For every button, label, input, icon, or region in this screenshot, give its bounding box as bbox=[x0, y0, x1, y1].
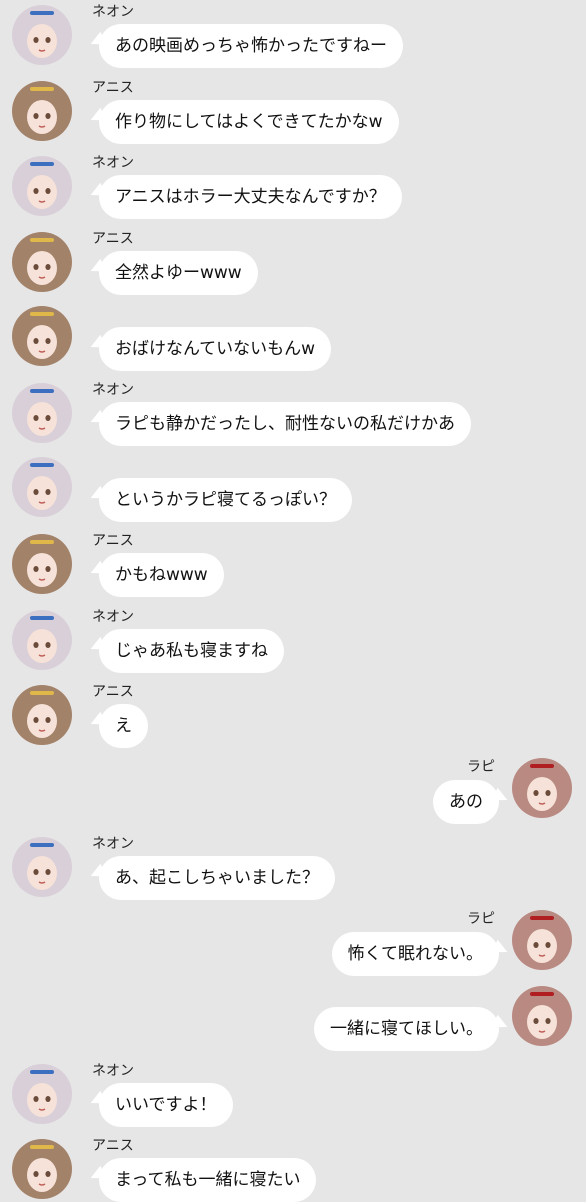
message-bubble[interactable]: あ、起こしちゃいました？ bbox=[99, 856, 335, 900]
message-bubble[interactable]: 怖くて眠れない。 bbox=[331, 932, 499, 976]
neon-avatar-icon[interactable] bbox=[12, 156, 72, 216]
message-bubble[interactable]: じゃあ私も寝ますね bbox=[99, 629, 284, 673]
sender-name: ネオン bbox=[92, 609, 134, 625]
message-bubble[interactable]: あの bbox=[433, 780, 499, 824]
anis-avatar-icon[interactable] bbox=[12, 81, 72, 141]
neon-avatar-icon[interactable] bbox=[12, 5, 72, 65]
neon-avatar-icon[interactable] bbox=[12, 457, 72, 517]
sender-name: アニス bbox=[92, 684, 134, 700]
anis-avatar-icon[interactable] bbox=[12, 685, 72, 745]
neon-avatar-icon[interactable] bbox=[12, 383, 72, 443]
sender-name: ネオン bbox=[92, 382, 134, 398]
message-bubble[interactable]: 一緒に寝てほしい。 bbox=[314, 1007, 499, 1051]
message-bubble[interactable]: あの映画めっちゃ怖かったですねー bbox=[99, 24, 403, 68]
message-bubble[interactable]: かもねwww bbox=[99, 553, 224, 597]
anis-avatar-icon[interactable] bbox=[12, 232, 72, 292]
message-bubble[interactable]: え bbox=[99, 704, 148, 748]
message-bubble[interactable]: 全然よゆーwww bbox=[99, 251, 258, 295]
sender-name: アニス bbox=[92, 231, 134, 247]
sender-name: ネオン bbox=[92, 1063, 134, 1079]
chat-log[interactable]: ネオン あの映画めっちゃ怖かったですねー アニス 作り物にしてはよくできてたかな… bbox=[0, 0, 586, 1202]
sender-name: ラピ bbox=[467, 911, 495, 927]
rapi-avatar-icon[interactable] bbox=[512, 910, 572, 970]
message-bubble[interactable]: おばけなんていないもんw bbox=[99, 327, 332, 371]
message-bubble[interactable]: まって私も一緒に寝たい bbox=[99, 1158, 317, 1202]
message-bubble[interactable]: アニスはホラー大丈夫なんですか？ bbox=[99, 175, 402, 219]
neon-avatar-icon[interactable] bbox=[12, 837, 72, 897]
sender-name: ラピ bbox=[467, 759, 495, 775]
anis-avatar-icon[interactable] bbox=[12, 306, 72, 366]
anis-avatar-icon[interactable] bbox=[12, 1139, 72, 1199]
anis-avatar-icon[interactable] bbox=[12, 534, 72, 594]
message-bubble[interactable]: 作り物にしてはよくできてたかなw bbox=[99, 100, 399, 144]
neon-avatar-icon[interactable] bbox=[12, 1064, 72, 1124]
sender-name: アニス bbox=[92, 80, 134, 96]
message-bubble[interactable]: いいですよ！ bbox=[99, 1083, 233, 1127]
sender-name: アニス bbox=[92, 533, 134, 549]
sender-name: ネオン bbox=[92, 4, 134, 20]
sender-name: ネオン bbox=[92, 836, 134, 852]
message-bubble[interactable]: というかラピ寝てるっぽい？ bbox=[99, 478, 352, 522]
rapi-avatar-icon[interactable] bbox=[512, 986, 572, 1046]
sender-name: ネオン bbox=[92, 155, 134, 171]
rapi-avatar-icon[interactable] bbox=[512, 758, 572, 818]
message-bubble[interactable]: ラピも静かだったし、耐性ないの私だけかあ bbox=[99, 402, 471, 446]
sender-name: アニス bbox=[92, 1138, 134, 1154]
neon-avatar-icon[interactable] bbox=[12, 610, 72, 670]
